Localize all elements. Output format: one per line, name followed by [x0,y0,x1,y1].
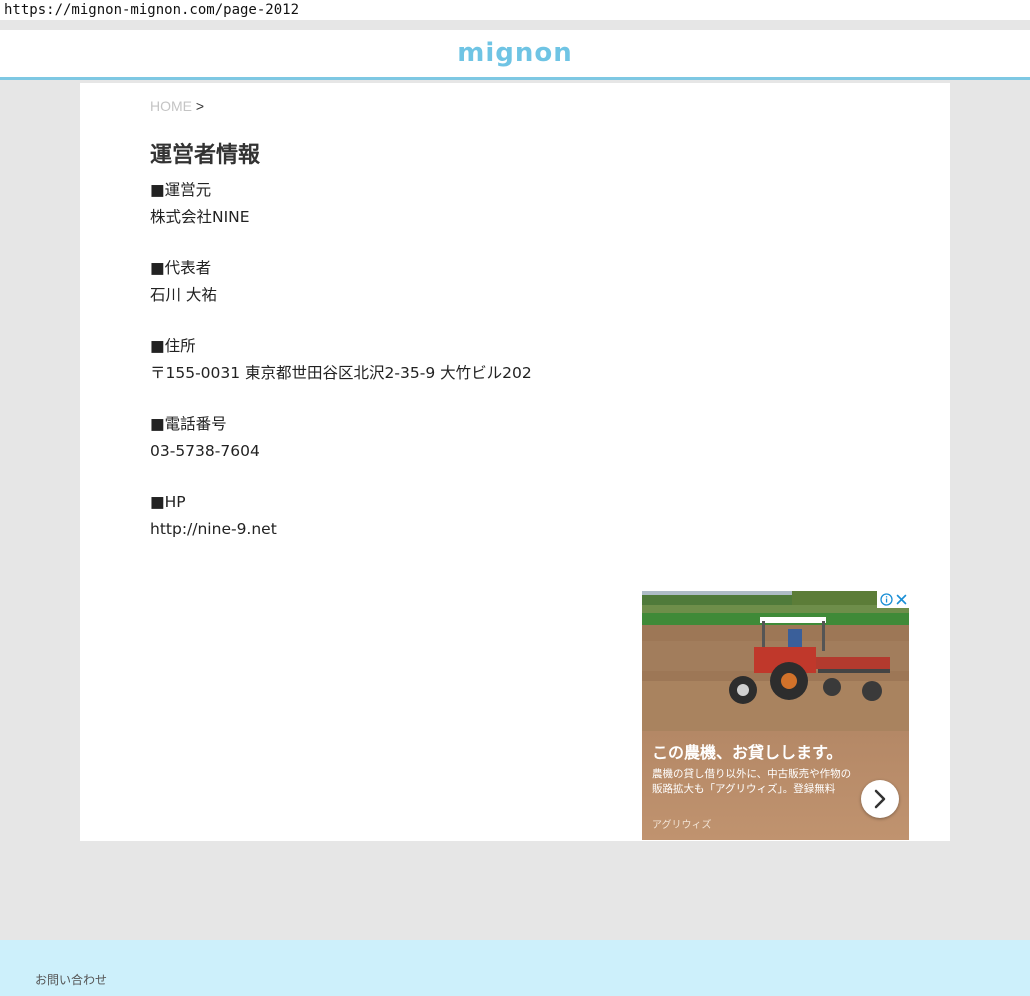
ad-controls [877,591,909,608]
ad-next-button[interactable] [861,780,899,818]
ad-image-tractor[interactable] [642,591,909,731]
chevron-right-icon [874,789,886,809]
info-label: ■住所 [150,337,196,355]
page-title: 運営者情報 [150,143,261,168]
site-header: mignon [0,30,1030,80]
info-representative: ■代表者 石川 大祐 [150,255,532,309]
info-value: 株式会社NINE [150,208,250,226]
info-value: 石川 大祐 [150,286,217,304]
info-value: http://nine-9.net [150,520,277,538]
info-label: ■運営元 [150,181,212,199]
info-homepage: ■HP http://nine-9.net [150,489,532,543]
info-label: ■HP [150,493,186,511]
breadcrumb-separator: > [195,98,205,114]
close-icon[interactable] [895,593,908,606]
site-footer: お問い合わせ [0,940,1030,996]
breadcrumb-home-link[interactable]: HOME [150,98,192,114]
info-icon[interactable] [880,593,893,606]
info-value: 03-5738-7604 [150,442,260,460]
info-label: ■電話番号 [150,415,227,433]
info-label: ■代表者 [150,259,212,277]
ad-banner[interactable]: この農機、お貸しします。 農機の貸し借り以外に、中古販売や作物の販路拡大も「アグ… [642,591,909,840]
info-address: ■住所 〒155-0031 東京都世田谷区北沢2-35-9 大竹ビル202 [150,333,532,387]
operator-info: ■運営元 株式会社NINE ■代表者 石川 大祐 ■住所 〒155-0031 東… [150,177,532,567]
site-logo[interactable]: mignon [457,38,573,68]
address-bar[interactable]: https://mignon-mignon.com/page-2012 [0,0,1030,20]
footer-contact-link[interactable]: お問い合わせ [35,971,107,988]
info-phone: ■電話番号 03-5738-7604 [150,411,532,465]
ad-text-panel[interactable]: この農機、お貸しします。 農機の貸し借り以外に、中古販売や作物の販路拡大も「アグ… [642,731,909,840]
ad-description[interactable]: 農機の貸し借り以外に、中古販売や作物の販路拡大も「アグリウィズ」。登録無料 [652,767,852,797]
info-operator: ■運営元 株式会社NINE [150,177,532,231]
breadcrumb: HOME > [150,98,204,114]
ad-headline[interactable]: この農機、お貸しします。 [652,739,842,763]
main-content: HOME > 運営者情報 ■運営元 株式会社NINE ■代表者 石川 大祐 ■住… [80,83,950,841]
info-value: 〒155-0031 東京都世田谷区北沢2-35-9 大竹ビル202 [150,364,532,382]
ad-advertiser[interactable]: アグリウィズ [652,816,712,831]
